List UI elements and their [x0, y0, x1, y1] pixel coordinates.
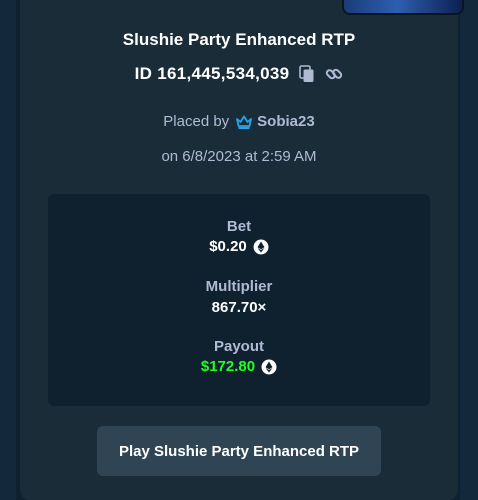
- placed-by-row: Placed by Sobia23: [20, 113, 458, 130]
- game-thumbnail[interactable]: [344, 0, 462, 13]
- play-game-button[interactable]: Play Slushie Party Enhanced RTP: [97, 426, 381, 476]
- bet-value: $0.20: [209, 238, 247, 255]
- multiplier-label: Multiplier: [205, 278, 273, 295]
- background-panel-left: [0, 0, 16, 500]
- crown-icon: [235, 114, 253, 130]
- bet-id-row: ID 161,445,534,039: [20, 64, 458, 84]
- multiplier-value: 867.70×: [211, 299, 267, 316]
- bet-label: Bet: [226, 218, 252, 235]
- placed-by-label: Placed by: [163, 113, 230, 130]
- placed-date: on 6/8/2023 at 2:59 AM: [161, 148, 317, 165]
- bet-details-modal: Slushie Party Enhanced RTP ID 161,445,53…: [20, 0, 458, 500]
- bet-value-row: $0.20: [48, 238, 430, 255]
- litecoin-icon: [261, 359, 277, 375]
- username-link[interactable]: Sobia23: [257, 113, 315, 130]
- payout-value-row: $172.80: [48, 358, 430, 375]
- copy-icon[interactable]: [299, 65, 315, 83]
- bet-id: ID 161,445,534,039: [134, 64, 290, 83]
- link-icon[interactable]: [325, 65, 343, 83]
- payout-value: $172.80: [200, 358, 256, 375]
- payout-label: Payout: [213, 338, 264, 355]
- litecoin-icon: [253, 239, 269, 255]
- bet-stats-panel: Bet $0.20 Multiplier 867.70× Payout $172…: [48, 194, 430, 406]
- background-panel-right: [460, 0, 478, 500]
- game-title: Slushie Party Enhanced RTP: [122, 30, 356, 49]
